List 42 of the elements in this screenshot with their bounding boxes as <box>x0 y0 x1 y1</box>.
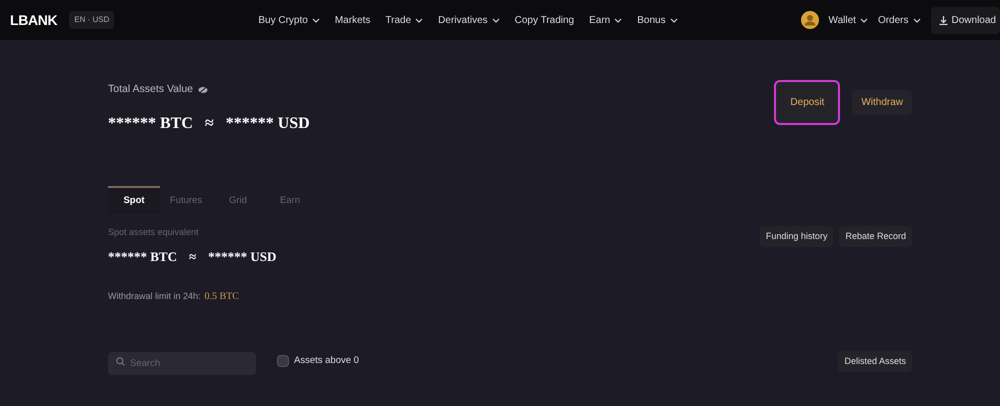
spot-btc-value: ****** BTC <box>108 248 177 266</box>
caret-icon <box>492 18 500 22</box>
caret-icon <box>312 18 320 22</box>
caret-icon <box>860 18 868 22</box>
download-icon <box>938 16 948 24</box>
search-icon <box>116 356 125 366</box>
nav-menu-item[interactable]: Orders <box>878 12 921 28</box>
caret-icon <box>670 18 678 22</box>
spot-assets-label: Spot assets equivalent <box>108 226 200 239</box>
caret-icon <box>614 18 622 22</box>
total-usd-value: ****** USD <box>226 114 310 134</box>
logo[interactable]: LBANK <box>10 10 58 30</box>
assets-filter-checkbox[interactable] <box>277 355 289 368</box>
download-button[interactable]: Download <box>930 6 1000 34</box>
total-btc-value: ****** BTC <box>108 114 193 134</box>
nav-menu-item[interactable]: Bonus <box>637 12 678 28</box>
nav-menu-item[interactable]: Wallet <box>828 12 868 28</box>
locale-selector[interactable]: EN · USD <box>69 11 114 29</box>
nav-menu-item[interactable]: Earn <box>589 12 622 28</box>
search-field[interactable]: Search <box>108 352 256 375</box>
checkbox-label: Assets above 0 <box>294 354 359 368</box>
spot-usd-value: ****** USD <box>208 248 276 266</box>
avatar-icon[interactable] <box>800 11 819 29</box>
nav-menu-item[interactable]: Trade <box>385 12 424 28</box>
caret-icon <box>912 18 921 22</box>
approx-sign: ≈ <box>188 248 196 266</box>
nav-menu-item[interactable]: Copy Trading <box>514 12 574 28</box>
withdrawal-limit-label: Withdrawal limit in 24h: <box>108 290 201 302</box>
history-link-button[interactable]: Funding history <box>760 226 834 248</box>
delisted-assets-button[interactable]: Delisted Assets <box>838 350 912 372</box>
nav-menu-item[interactable]: Buy Crypto <box>258 12 320 28</box>
action-button[interactable]: Withdraw <box>852 90 912 115</box>
caret-icon <box>415 18 424 22</box>
total-assets-label: Total Assets Value <box>108 82 194 97</box>
nav-menu-item[interactable]: Markets <box>334 12 370 28</box>
nav-menu-item[interactable]: Derivatives <box>438 12 500 28</box>
approx-sign: ≈ <box>204 114 214 134</box>
history-link-button[interactable]: Rebate Record <box>839 226 912 248</box>
eye-hidden-icon[interactable] <box>198 86 208 94</box>
asset-tab[interactable]: Spot <box>108 186 160 214</box>
withdrawal-limit-value: 0.5 BTC <box>204 290 239 304</box>
action-button[interactable]: Deposit <box>774 80 840 125</box>
